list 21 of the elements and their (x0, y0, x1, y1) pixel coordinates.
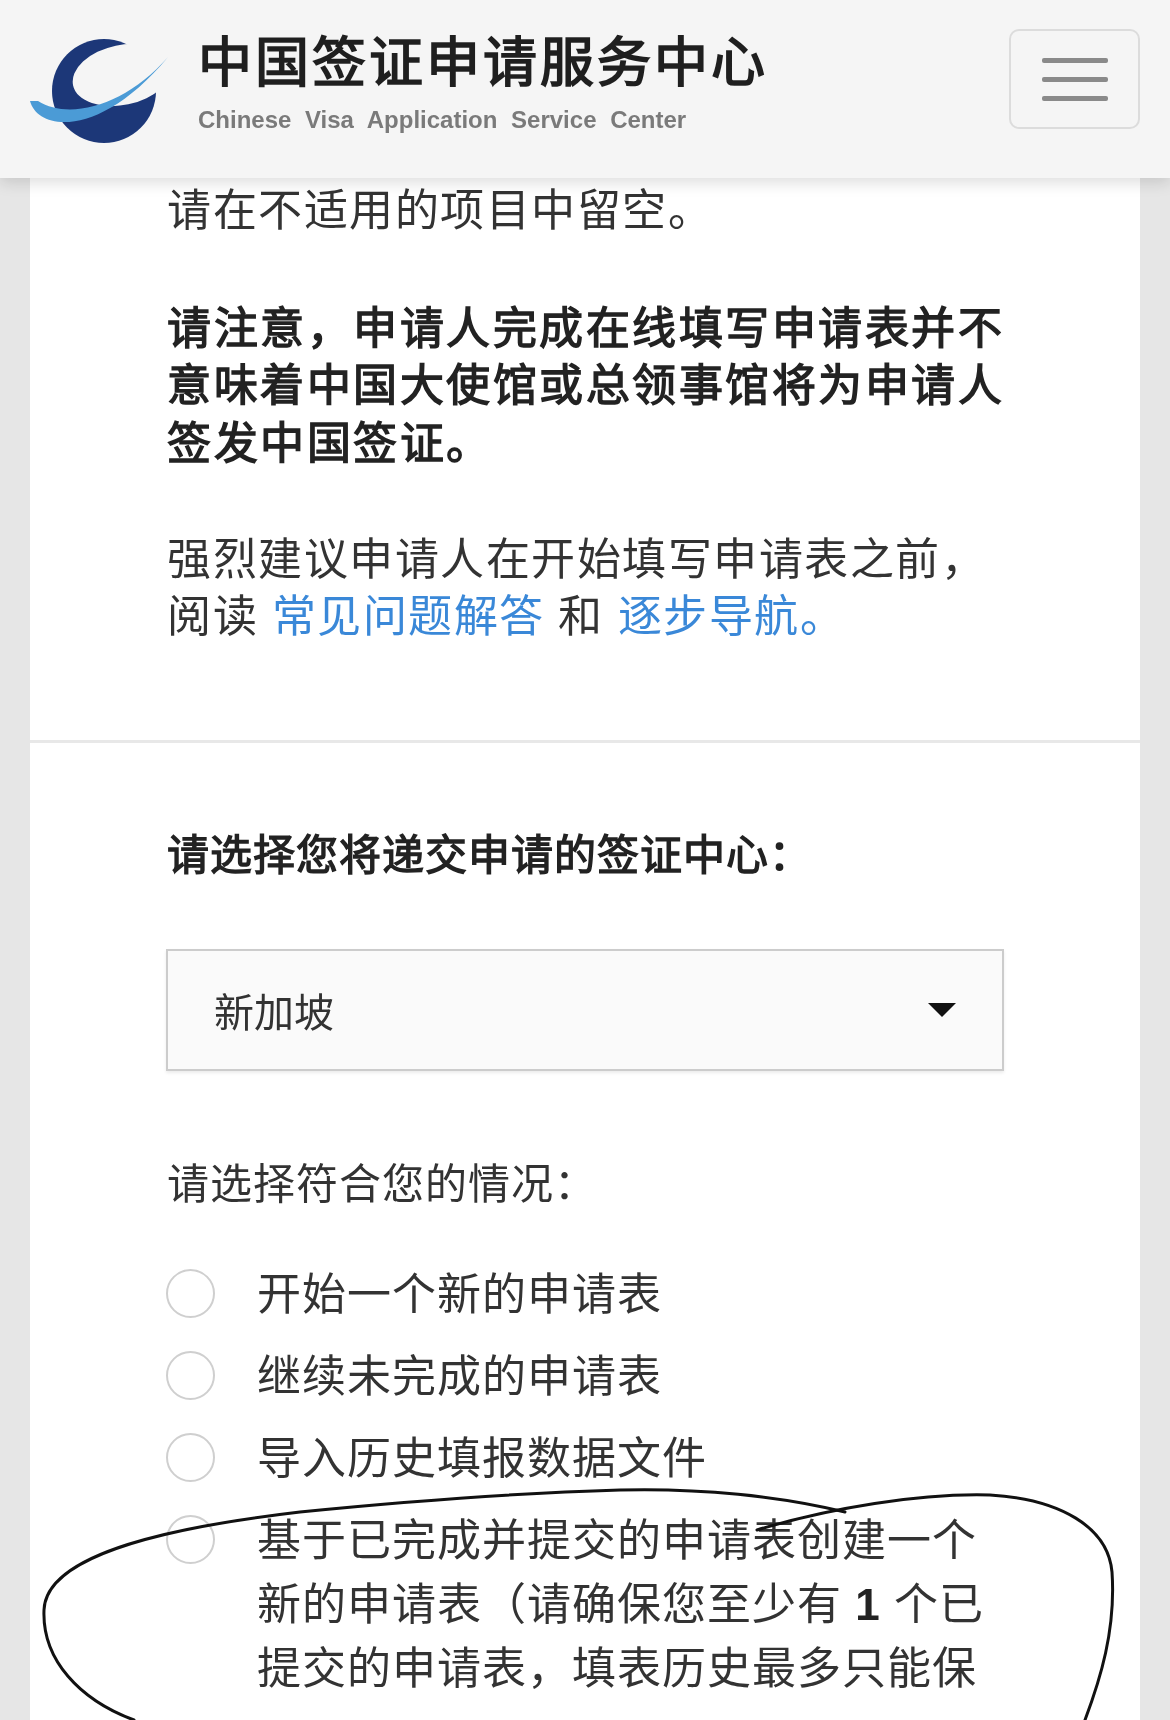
question-text: 请选择符合您的情况： (167, 1160, 598, 1210)
text-link[interactable]: 逐步导航。 (617, 591, 846, 641)
radio-button[interactable] (166, 1351, 215, 1400)
radio-button[interactable] (166, 1433, 215, 1482)
menu-button[interactable] (1009, 29, 1140, 129)
notice-text: 请注意，申请人完成在线填写申请表并不意味着中国大使馆或总领事馆将为申请人签发中国签证。 (167, 302, 1005, 470)
dropdown-field[interactable]: 新加坡 (166, 949, 1004, 1071)
option-label[interactable]: 基于已完成并提交的申请表创建一个新的申请表（请确保您至少有 1 个已提交的申请表，填表历史最多只能保 (257, 1509, 1007, 1701)
caret-icon (928, 1003, 956, 1017)
option-label[interactable]: 开始一个新的申请表 (257, 1263, 1007, 1327)
radio-button[interactable] (166, 1515, 215, 1564)
recommendation-text: 强烈建议申请人在开始填写申请表之前，阅读 常见问题解答 和 逐步导航。 (167, 534, 987, 643)
site-subtitle: Chinese Visa Application Service Center (198, 105, 688, 135)
section-heading: 请选择您将递交申请的签证中心： (167, 831, 813, 881)
text-link[interactable]: 常见问题解答 (271, 591, 545, 641)
menu-icon (1041, 57, 1108, 101)
radio-button[interactable] (166, 1269, 215, 1318)
site-title: 中国签证申请服务中心 (198, 31, 768, 95)
option-label[interactable]: 继续未完成的申请表 (257, 1345, 1007, 1409)
instruction-text: 请在不适用的项目中留空。 (167, 185, 714, 237)
option-label[interactable]: 导入历史填报数据文件 (257, 1427, 1007, 1491)
